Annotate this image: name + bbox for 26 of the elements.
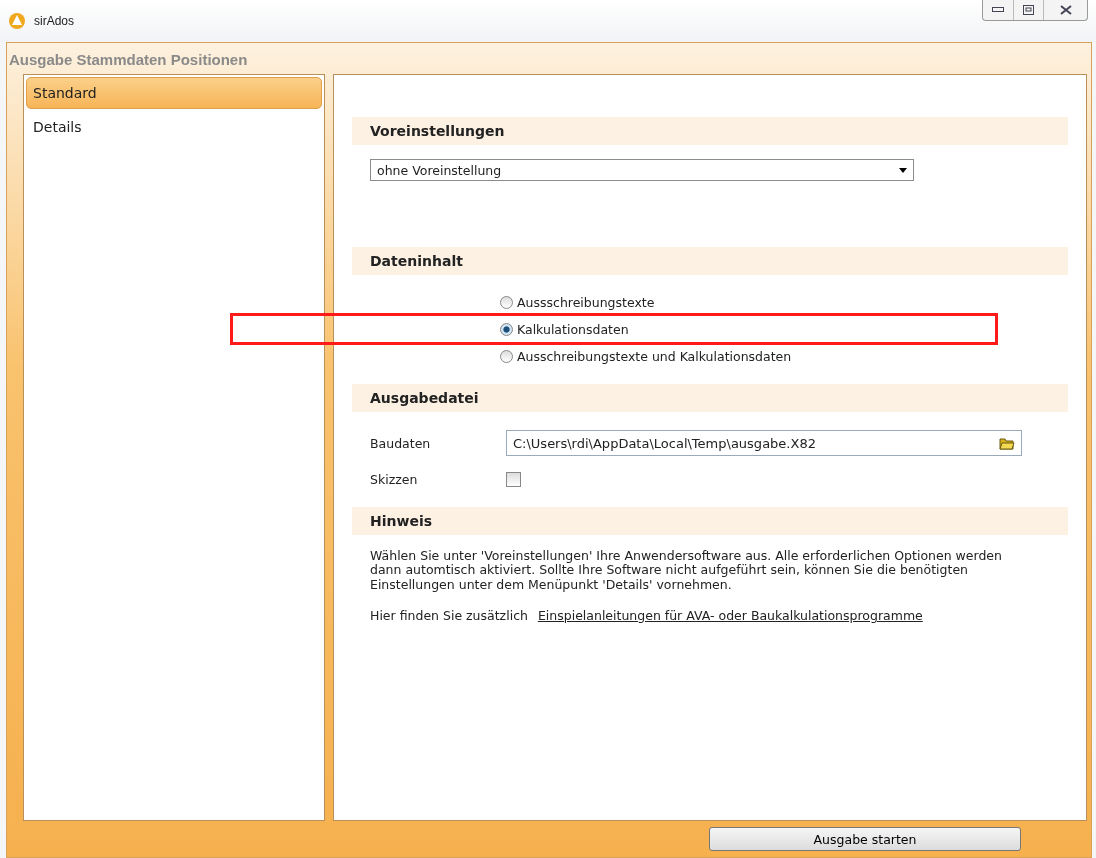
radio-option[interactable]: Aussschreibungstexte (500, 295, 655, 310)
minimize-icon (992, 7, 1004, 13)
field-label: Skizzen (370, 472, 419, 487)
app-logo-icon (8, 12, 26, 30)
checkbox[interactable] (506, 472, 521, 487)
window-title: sirAdos (34, 14, 74, 28)
path-field[interactable]: C:\Users\rdi\AppData\Local\Temp\ausgabe.X82 (506, 430, 1022, 456)
section-header: Hinweis (352, 507, 1068, 535)
radio-option[interactable]: Kalkulationsdaten (500, 322, 629, 337)
start-button[interactable]: Ausgabe starten (709, 827, 1021, 851)
section-header: Ausgabedatei (352, 384, 1068, 412)
preset-dropdown[interactable]: ohne Voreinstellung (370, 159, 914, 181)
link-prefix: Hier finden Sie zusätzlich (370, 608, 528, 624)
hint-text: Wählen Sie unter 'Voreinstellungen' Ihre Anwendersoftware aus. Alle erforderlichen Optionen werden dann automtisch aktiviert. Sollte Ihre Software nicht aufgeführt sein, können Sie die benötigten Einstellungen unter dem Menüpunkt 'Details' vornehmen. (370, 549, 1003, 593)
sidebar-item[interactable]: Details (26, 111, 322, 143)
section-header: Voreinstellungen (352, 117, 1068, 145)
dialog-title: Ausgabe Stammdaten Positionen (8, 50, 249, 70)
guide-link[interactable]: Einspielanleitungen für AVA- oder Baukalkulationsprogramme (537, 608, 923, 624)
close-icon (1059, 5, 1072, 15)
maximize-icon (1023, 5, 1034, 15)
field-label: Baudaten (370, 435, 432, 451)
folder-icon[interactable] (999, 436, 1015, 450)
section-header: Dateninhalt (352, 247, 1068, 275)
caret-icon (899, 167, 907, 173)
sidebar-item[interactable]: Standard (26, 77, 322, 109)
radio-option[interactable]: Ausschreibungstexte und Kalkulationsdaten (500, 349, 792, 364)
